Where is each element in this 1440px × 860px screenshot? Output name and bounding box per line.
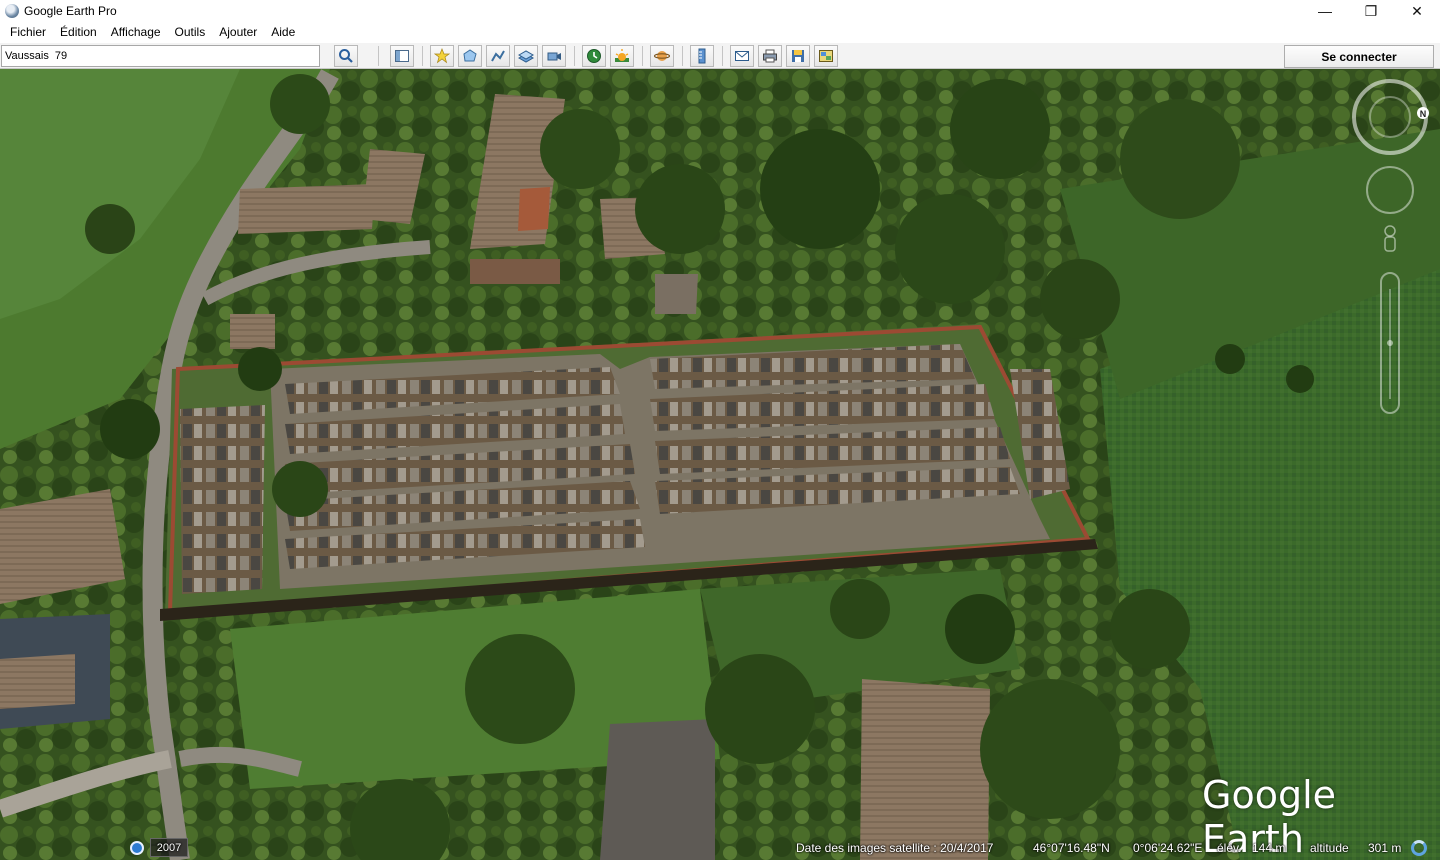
- search-button[interactable]: [334, 45, 358, 67]
- move-joystick[interactable]: [1366, 166, 1414, 214]
- save-image-button[interactable]: [786, 45, 810, 67]
- menu-aide[interactable]: Aide: [264, 22, 302, 43]
- historical-imagery-button[interactable]: [582, 45, 606, 67]
- email-button[interactable]: [730, 45, 754, 67]
- email-icon: [735, 51, 749, 61]
- search-icon: [339, 49, 353, 63]
- look-joystick[interactable]: [1352, 79, 1428, 155]
- navigation-controls: N: [1352, 79, 1430, 422]
- sun-icon: [615, 49, 629, 62]
- menu-bar: Fichier Édition Affichage Outils Ajouter…: [0, 22, 1440, 43]
- historical-imagery-icon: [587, 49, 601, 63]
- loading-spinner-icon: [1411, 840, 1427, 856]
- planets-icon: [654, 51, 670, 61]
- tour-icon: [547, 52, 561, 61]
- maps-icon: [819, 50, 833, 62]
- satellite-imagery: [0, 69, 1440, 860]
- elevation-value: 144 m: [1252, 841, 1286, 855]
- north-indicator[interactable]: N: [1417, 107, 1429, 119]
- toolbar-separator: [574, 46, 575, 66]
- print-icon: [763, 49, 777, 63]
- toolbar-separator: [722, 46, 723, 66]
- image-overlay-icon: [518, 50, 534, 63]
- zoom-slider[interactable]: [1380, 272, 1400, 414]
- toolbar-separator: [642, 46, 643, 66]
- planets-button[interactable]: [650, 45, 674, 67]
- toolbar-separator: [422, 46, 423, 66]
- sign-in-button[interactable]: Se connecter: [1284, 45, 1434, 68]
- placemark-icon: [434, 48, 450, 64]
- ruler-button[interactable]: [690, 45, 714, 67]
- maximize-button[interactable]: ❐: [1348, 0, 1394, 22]
- polygon-icon: [463, 49, 477, 62]
- navigation-widget: N: [1352, 79, 1429, 414]
- add-image-overlay-button[interactable]: [514, 45, 538, 67]
- view-in-maps-button[interactable]: [814, 45, 838, 67]
- google-earth-app-icon: [5, 4, 19, 18]
- add-placemark-button[interactable]: [430, 45, 454, 67]
- close-button[interactable]: ✕: [1394, 0, 1440, 22]
- longitude: 0°06'24.62"E: [1133, 841, 1203, 855]
- status-bar: 2007 Date des images satellite : 20/4/20…: [0, 836, 1440, 860]
- menu-ajouter[interactable]: Ajouter: [212, 22, 264, 43]
- sidebar-toggle-button[interactable]: [390, 45, 414, 67]
- record-tour-button[interactable]: [542, 45, 566, 67]
- add-polygon-button[interactable]: [458, 45, 482, 67]
- altitude-value: 301 m: [1368, 841, 1402, 855]
- window-title: Google Earth Pro: [24, 4, 117, 18]
- menu-edition[interactable]: Édition: [53, 22, 104, 43]
- imagery-year-button[interactable]: 2007: [150, 838, 188, 857]
- path-icon: [491, 50, 505, 62]
- print-button[interactable]: [758, 45, 782, 67]
- latitude: 46°07'16.48"N: [1033, 841, 1110, 855]
- menu-fichier[interactable]: Fichier: [3, 22, 53, 43]
- minimize-button[interactable]: —: [1302, 0, 1348, 22]
- save-image-icon: [792, 50, 804, 62]
- window-controls: — ❐ ✕: [1302, 0, 1440, 22]
- map-view[interactable]: N Google Earth: [0, 69, 1440, 860]
- add-path-button[interactable]: [486, 45, 510, 67]
- ruler-icon: [698, 48, 706, 64]
- title-bar: Google Earth Pro — ❐ ✕: [0, 0, 1440, 22]
- historical-imagery-clock-icon[interactable]: [130, 841, 144, 855]
- toolbar-separator: [682, 46, 683, 66]
- sunlight-button[interactable]: [610, 45, 634, 67]
- altitude-label: altitude: [1310, 841, 1349, 855]
- toolbar: Se connecter: [0, 43, 1440, 69]
- elevation-label: élév.: [1217, 841, 1242, 855]
- menu-affichage[interactable]: Affichage: [104, 22, 168, 43]
- sidebar-icon: [395, 50, 409, 62]
- toolbar-separator: [378, 46, 379, 66]
- menu-outils[interactable]: Outils: [168, 22, 213, 43]
- imagery-date: Date des images satellite : 20/4/2017: [796, 841, 994, 855]
- svg-text:N: N: [1420, 109, 1427, 119]
- search-input[interactable]: [1, 45, 320, 67]
- street-view-pegman[interactable]: [1384, 225, 1396, 252]
